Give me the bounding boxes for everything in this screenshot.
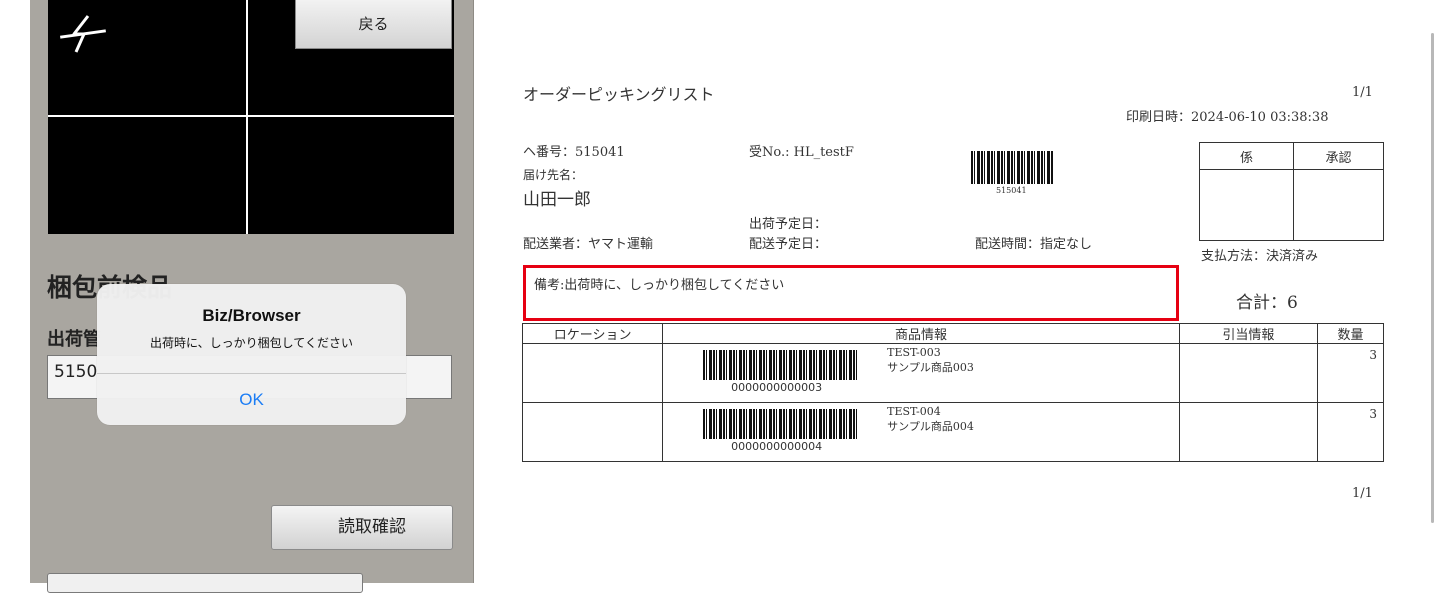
- read-confirm-button[interactable]: 読取確認: [271, 505, 453, 550]
- approval-cell-approve: [1293, 169, 1384, 241]
- payment-method: 支払方法：決済済み: [1201, 249, 1319, 264]
- header-location: ロケーション: [521, 323, 664, 344]
- location-cell: [521, 402, 664, 462]
- camera-grid-horizontal: [48, 115, 454, 117]
- receipt-number: 受No.: HL_testF: [749, 145, 854, 160]
- shipping-field-label: 出荷管: [47, 329, 101, 350]
- document-scrollbar[interactable]: [1431, 33, 1434, 523]
- delivery-date: 配送予定日：: [749, 237, 828, 252]
- destination-label: 届け先名：: [523, 168, 584, 182]
- page-number-top: 1/1: [1352, 85, 1373, 100]
- product-code: TEST-004: [887, 405, 941, 418]
- approval-header-approve: 承認: [1293, 142, 1384, 170]
- order-number: ヘ番号：515041: [523, 145, 625, 160]
- table-row: 0000000000003 TEST-003 サンプル商品003 3: [521, 343, 1385, 403]
- camera-grid-vertical: [246, 0, 248, 234]
- product-code: TEST-003: [887, 346, 941, 359]
- scanner-app: 戻る 梱包前検品 出荷管 5150 読取確認 Biz/Browser 出荷時に、…: [0, 0, 480, 593]
- print-datetime: 印刷日時：2024-06-10 03:38:38: [1126, 110, 1329, 125]
- allocation-cell: [1178, 402, 1318, 462]
- page-number-bottom: 1/1: [1352, 486, 1373, 501]
- carrier: 配送業者：ヤマト運輸: [523, 237, 654, 252]
- alert-dialog: Biz/Browser 出荷時に、しっかり梱包してください OK: [97, 284, 406, 425]
- product-barcode-number: 0000000000003: [731, 381, 823, 394]
- approval-cell-staff: [1199, 169, 1294, 241]
- product-name: サンプル商品004: [887, 420, 974, 433]
- items-table: ロケーション 商品情報 引当情報 数量 0000000000003 TEST-0…: [521, 323, 1385, 462]
- header-quantity: 数量: [1316, 323, 1385, 344]
- delivery-time: 配送時間：指定なし: [975, 237, 1093, 252]
- back-button[interactable]: 戻る: [295, 0, 452, 49]
- alert-ok-button[interactable]: OK: [97, 374, 406, 425]
- alert-message: 出荷時に、しっかり梱包してください: [150, 336, 353, 350]
- remark-box: 備考:出荷時に、しっかり梱包してください: [523, 265, 1179, 321]
- quantity-cell: 3: [1316, 402, 1385, 462]
- remark-text: 備考:出荷時に、しっかり梱包してください: [534, 278, 785, 293]
- product-barcode: [703, 409, 859, 439]
- location-cell: [521, 343, 664, 403]
- flash-icon[interactable]: [58, 8, 108, 58]
- order-barcode: [971, 151, 1053, 184]
- items-header-row: ロケーション 商品情報 引当情報 数量: [521, 323, 1385, 344]
- alert-title: Biz/Browser: [202, 306, 301, 325]
- product-info-cell: 0000000000004 TEST-004 サンプル商品004: [662, 402, 1180, 462]
- document-title: オーダーピッキングリスト: [523, 85, 715, 104]
- quantity-cell: 3: [1316, 343, 1385, 403]
- approval-header-staff: 係: [1199, 142, 1294, 170]
- ship-date: 出荷予定日：: [749, 217, 828, 232]
- product-barcode-number: 0000000000004: [731, 440, 823, 453]
- bottom-button[interactable]: [47, 573, 363, 593]
- product-barcode: [703, 350, 859, 380]
- order-barcode-number: 515041: [996, 186, 1027, 195]
- product-info-cell: 0000000000003 TEST-003 サンプル商品003: [662, 343, 1180, 403]
- total-quantity: 合計：6: [1236, 293, 1298, 313]
- allocation-cell: [1178, 343, 1318, 403]
- approval-table: 係 承認: [1199, 142, 1384, 241]
- table-row: 0000000000004 TEST-004 サンプル商品004 3: [521, 402, 1385, 462]
- header-allocation: 引当情報: [1178, 323, 1318, 344]
- destination-name: 山田一郎: [523, 190, 591, 210]
- header-product-info: 商品情報: [662, 323, 1180, 344]
- product-name: サンプル商品003: [887, 361, 974, 374]
